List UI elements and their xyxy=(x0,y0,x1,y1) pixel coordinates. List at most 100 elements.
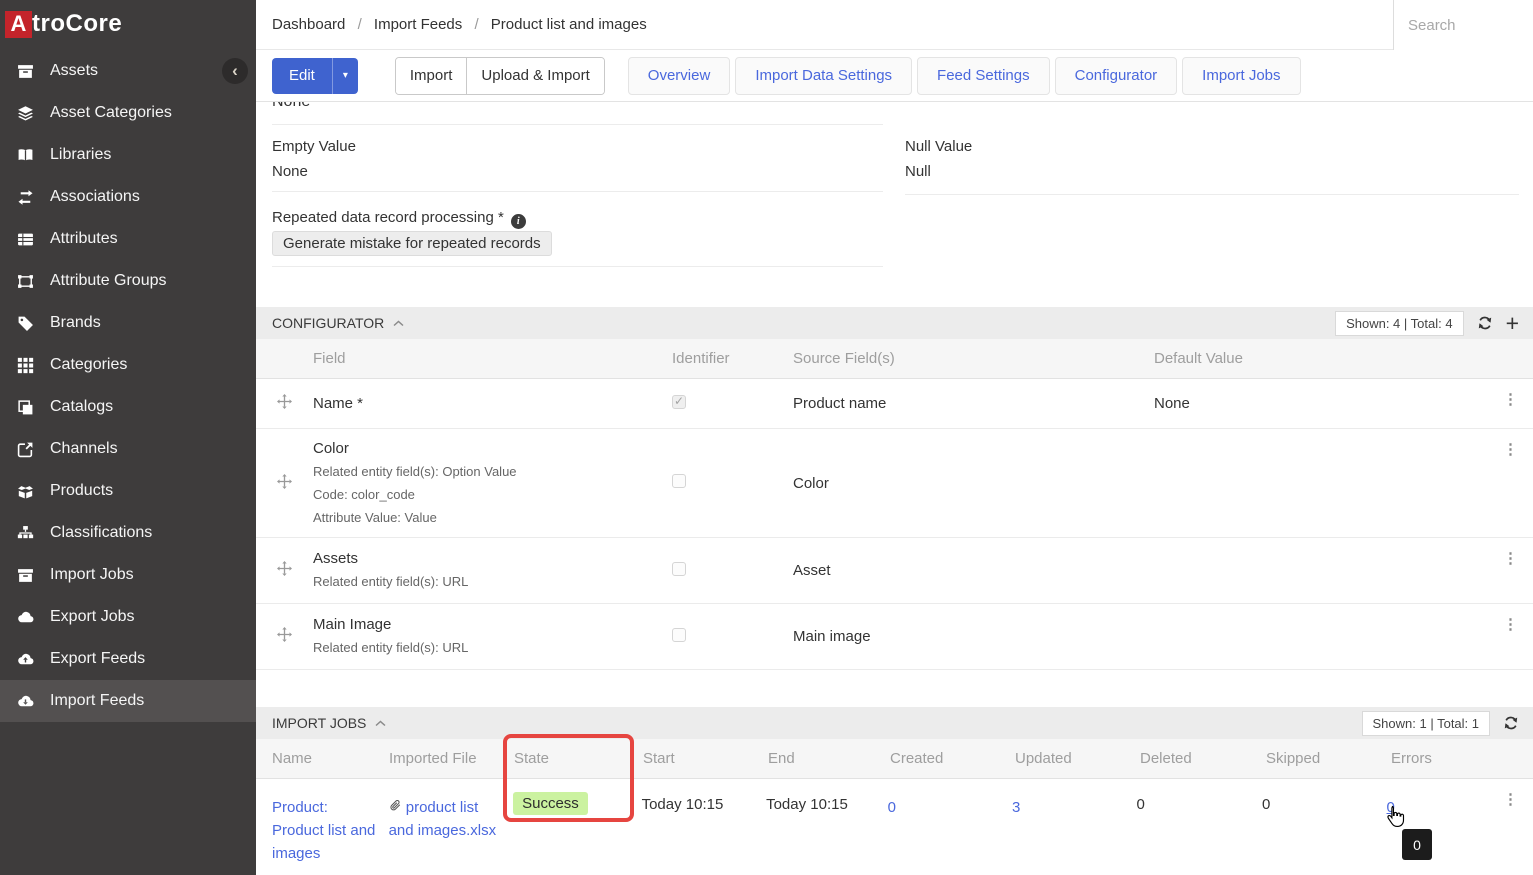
sidebar-item-asset-categories[interactable]: Asset Categories xyxy=(0,92,256,134)
row-menu-button[interactable]: ⋮ xyxy=(1503,618,1518,631)
import-jobs-table-header: Name Imported File State Start End Creat… xyxy=(256,739,1533,779)
import-jobs-panel: IMPORT JOBS Shown: 1 | Total: 1 Name Imp… xyxy=(256,707,1533,875)
job-updated-link[interactable]: 3 xyxy=(1012,799,1020,816)
sidebar-collapse-button[interactable]: ‹ xyxy=(222,58,248,84)
edit-dropdown-button[interactable]: ▾ xyxy=(332,58,358,94)
sidebar-item-brands[interactable]: Brands xyxy=(0,302,256,344)
configurator-row-assets: Assets Related entity field(s): URL Asse… xyxy=(256,538,1533,604)
sidebar-item-export-feeds[interactable]: Export Feeds xyxy=(0,638,256,680)
info-icon[interactable]: i xyxy=(511,214,526,229)
configurator-collapse-toggle[interactable]: CONFIGURATOR xyxy=(272,314,404,332)
sidebar-item-libraries[interactable]: Libraries xyxy=(0,134,256,176)
import-jobs-panel-tools: Shown: 1 | Total: 1 xyxy=(1362,711,1519,736)
upload-import-button[interactable]: Upload & Import xyxy=(466,58,603,94)
libraries-icon xyxy=(13,147,37,164)
identifier-checkbox[interactable] xyxy=(672,628,686,642)
app-logo[interactable]: A troCore xyxy=(0,0,256,48)
job-skipped: 0 xyxy=(1262,779,1386,813)
clipped-field-row: None xyxy=(272,102,572,112)
attributes-icon xyxy=(13,231,37,248)
refresh-icon[interactable] xyxy=(1503,715,1519,731)
row-menu-button[interactable]: ⋮ xyxy=(1503,793,1518,806)
topbar: Dashboard / Import Feeds / Product list … xyxy=(256,0,1533,50)
sidebar-nav: Assets Asset Categories Libraries Associ… xyxy=(0,48,256,722)
assets-icon xyxy=(13,63,37,80)
associations-icon xyxy=(13,189,37,206)
clipped-field-value: None xyxy=(272,102,310,110)
configurator-row-main-image: Main Image Related entity field(s): URL … xyxy=(256,604,1533,670)
sidebar-item-import-jobs[interactable]: Import Jobs xyxy=(0,554,256,596)
job-deleted: 0 xyxy=(1137,779,1262,813)
identifier-checkbox[interactable] xyxy=(672,395,686,409)
column-header-errors: Errors xyxy=(1391,750,1508,767)
main-area: Dashboard / Import Feeds / Product list … xyxy=(256,0,1533,875)
attribute-groups-icon xyxy=(13,273,37,290)
import-jobs-collapse-toggle[interactable]: IMPORT JOBS xyxy=(272,714,386,732)
import-jobs-panel-header: IMPORT JOBS Shown: 1 | Total: 1 xyxy=(256,707,1533,739)
field-name: Name * xyxy=(313,393,672,415)
tab-overview[interactable]: Overview xyxy=(628,57,731,95)
field-divider xyxy=(272,124,883,125)
configurator-panel-tools: Shown: 4 | Total: 4 + xyxy=(1335,311,1519,336)
job-name-link[interactable]: Product: Product list and images xyxy=(272,799,375,862)
import-jobs-counter: Shown: 1 | Total: 1 xyxy=(1362,711,1490,736)
row-menu-button[interactable]: ⋮ xyxy=(1503,393,1518,406)
tab-import-jobs[interactable]: Import Jobs xyxy=(1182,57,1300,95)
classifications-icon xyxy=(13,525,37,542)
sidebar-item-import-feeds[interactable]: Import Feeds xyxy=(0,680,256,722)
empty-value-value: None xyxy=(272,163,308,180)
sidebar-item-categories[interactable]: Categories xyxy=(0,344,256,386)
configurator-panel-header: CONFIGURATOR Shown: 4 | Total: 4 + xyxy=(256,307,1533,339)
tab-feed-settings[interactable]: Feed Settings xyxy=(917,57,1050,95)
identifier-checkbox[interactable] xyxy=(672,562,686,576)
drag-handle-icon[interactable] xyxy=(277,561,292,580)
job-file-link[interactable]: product list and images.xlsx xyxy=(389,799,497,839)
drag-handle-icon[interactable] xyxy=(277,627,292,646)
search-box xyxy=(1393,0,1533,50)
sidebar-item-associations[interactable]: Associations xyxy=(0,176,256,218)
sidebar-item-products[interactable]: Products xyxy=(0,470,256,512)
job-created-link[interactable]: 0 xyxy=(888,799,896,816)
column-header-imported-file: Imported File xyxy=(389,750,514,767)
field-detail: Code: color_code xyxy=(313,483,672,506)
import-jobs-panel-title: IMPORT JOBS xyxy=(272,715,366,731)
tab-configurator[interactable]: Configurator xyxy=(1055,57,1178,95)
row-menu-button[interactable]: ⋮ xyxy=(1503,552,1518,565)
configurator-panel: CONFIGURATOR Shown: 4 | Total: 4 + Field… xyxy=(256,307,1533,670)
sidebar-item-classifications[interactable]: Classifications xyxy=(0,512,256,554)
search-input[interactable] xyxy=(1394,0,1533,50)
sidebar-item-attribute-groups[interactable]: Attribute Groups xyxy=(0,260,256,302)
sidebar: A troCore Assets Asset Categories Librar… xyxy=(0,0,256,875)
chevron-left-icon: ‹ xyxy=(232,61,238,80)
logo-mark: A xyxy=(5,11,32,38)
column-header-updated: Updated xyxy=(1015,750,1140,767)
add-field-button[interactable]: + xyxy=(1506,314,1519,332)
tab-import-data-settings[interactable]: Import Data Settings xyxy=(735,57,912,95)
sidebar-item-assets[interactable]: Assets xyxy=(0,50,256,92)
edit-button[interactable]: Edit xyxy=(272,58,332,94)
row-menu-button[interactable]: ⋮ xyxy=(1503,443,1518,456)
breadcrumb-dashboard[interactable]: Dashboard xyxy=(272,16,345,33)
sidebar-item-catalogs[interactable]: Catalogs xyxy=(0,386,256,428)
sidebar-item-export-jobs[interactable]: Export Jobs xyxy=(0,596,256,638)
import-button[interactable]: Import xyxy=(396,58,467,94)
field-divider xyxy=(905,194,1519,195)
breadcrumb-import-feeds[interactable]: Import Feeds xyxy=(374,16,462,33)
job-errors-link[interactable]: 0 xyxy=(1387,799,1395,816)
asset-categories-icon xyxy=(13,105,37,122)
identifier-checkbox[interactable] xyxy=(672,474,686,488)
empty-value-label: Empty Value xyxy=(272,138,356,155)
chevron-up-icon xyxy=(393,314,404,332)
null-value-value: Null xyxy=(905,163,931,180)
breadcrumb-separator: / xyxy=(358,16,362,33)
column-header-end: End xyxy=(768,750,890,767)
plus-icon: + xyxy=(1506,314,1519,332)
field-detail: Related entity field(s): Option Value xyxy=(313,460,672,483)
sidebar-item-attributes[interactable]: Attributes xyxy=(0,218,256,260)
refresh-icon[interactable] xyxy=(1477,315,1493,331)
sidebar-item-channels[interactable]: Channels xyxy=(0,428,256,470)
drag-handle-icon[interactable] xyxy=(277,394,292,413)
breadcrumb: Dashboard / Import Feeds / Product list … xyxy=(256,0,1533,49)
import-jobs-icon xyxy=(13,567,37,584)
drag-handle-icon[interactable] xyxy=(277,474,292,493)
